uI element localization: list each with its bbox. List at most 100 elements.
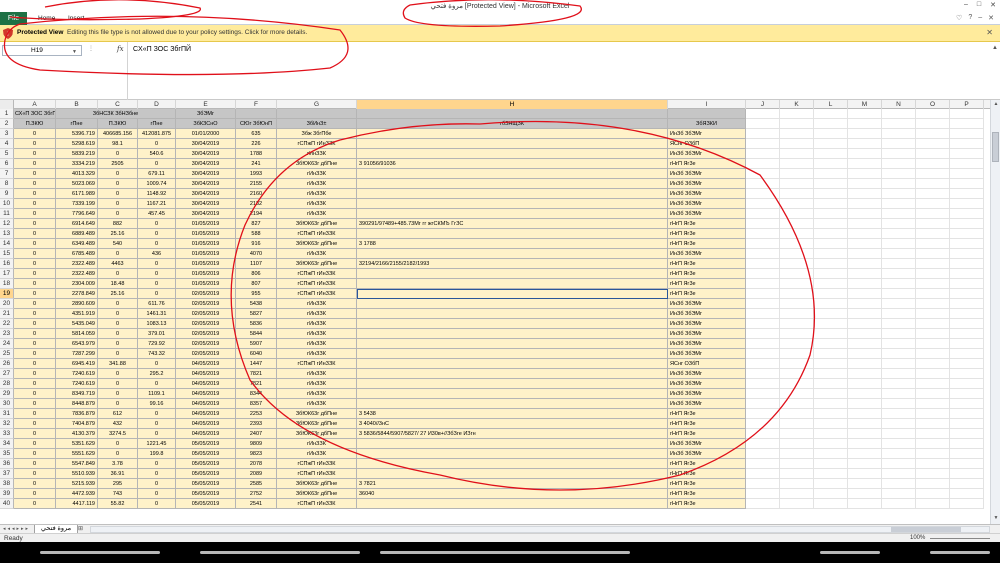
table-cell[interactable]: гИнЗЗК [277,329,357,339]
table-cell[interactable]: 02/05/2019 [176,329,236,339]
protected-view-bar[interactable]: ! Protected View Editing this file type … [0,25,1000,42]
table-cell[interactable]: ИнЗб ЗбЭМг [668,369,746,379]
empty-cell[interactable] [916,419,950,429]
table-cell[interactable]: 0 [98,339,138,349]
ribbon-minimize-icon[interactable]: – [978,14,982,22]
empty-cell[interactable] [848,189,882,199]
empty-cell[interactable] [848,459,882,469]
empty-cell[interactable] [814,459,848,469]
header-cell[interactable] [668,109,746,119]
table-cell[interactable]: 04/05/2019 [176,359,236,369]
empty-cell[interactable] [746,459,780,469]
table-cell[interactable]: 0 [14,139,56,149]
empty-cell[interactable] [780,209,814,219]
column-header-b[interactable]: B [56,100,98,109]
empty-cell[interactable] [814,369,848,379]
table-cell[interactable]: ИнЗб ЗбЭМг [668,389,746,399]
empty-cell[interactable] [882,259,916,269]
row-header[interactable]: 26 [0,359,14,369]
table-cell[interactable] [357,279,668,289]
empty-cell[interactable] [848,269,882,279]
table-cell[interactable]: 5023.069 [56,179,98,189]
empty-cell[interactable] [746,109,780,119]
header-section[interactable]: ЗбЭМг [176,109,236,119]
empty-cell[interactable] [814,209,848,219]
empty-cell[interactable] [848,199,882,209]
empty-cell[interactable] [882,369,916,379]
table-cell[interactable] [357,129,668,139]
empty-cell[interactable] [950,369,984,379]
table-cell[interactable]: 0 [138,379,176,389]
table-cell[interactable]: ИнЗб ЗбЭМг [668,439,746,449]
empty-cell[interactable] [916,459,950,469]
empty-cell[interactable] [882,299,916,309]
taskbar-item[interactable] [200,551,360,554]
table-cell[interactable]: 05/05/2019 [176,469,236,479]
row-header[interactable]: 40 [0,499,14,509]
empty-cell[interactable] [916,139,950,149]
table-cell[interactable]: 3 4040//3нС [357,419,668,429]
column-header-h[interactable]: H [357,100,668,109]
empty-cell[interactable] [916,129,950,139]
table-cell[interactable]: 5827 [236,309,277,319]
table-cell[interactable] [357,249,668,259]
empty-cell[interactable] [882,389,916,399]
empty-cell[interactable] [780,249,814,259]
empty-cell[interactable] [950,129,984,139]
table-cell[interactable]: 0 [138,279,176,289]
table-cell[interactable]: 01/05/2019 [176,269,236,279]
empty-cell[interactable] [848,279,882,289]
table-cell[interactable]: 32194/2166/2155/2182/1993 [357,259,668,269]
row-header[interactable]: 29 [0,389,14,399]
table-cell[interactable]: гСПжП гИнЗЗК [277,469,357,479]
table-cell[interactable]: 611.76 [138,299,176,309]
table-cell[interactable]: гИнЗЗК [277,179,357,189]
empty-cell[interactable] [882,359,916,369]
table-cell[interactable]: 04/05/2019 [176,389,236,399]
table-cell[interactable] [357,199,668,209]
empty-cell[interactable] [746,309,780,319]
table-cell[interactable]: 0 [14,169,56,179]
row-header[interactable]: 27 [0,369,14,379]
table-cell[interactable]: 0 [98,319,138,329]
table-cell[interactable]: 3 5836/5844/5907/5827/ 27 И30в+//ЗбЗге И… [357,429,668,439]
empty-cell[interactable] [746,479,780,489]
empty-cell[interactable] [814,289,848,299]
empty-cell[interactable] [916,249,950,259]
column-title[interactable]: П.ЗКЮ [98,119,138,129]
empty-cell[interactable] [746,429,780,439]
table-cell[interactable]: 0 [14,329,56,339]
empty-cell[interactable] [814,359,848,369]
column-header-i[interactable]: I [668,100,746,109]
empty-cell[interactable] [780,389,814,399]
empty-cell[interactable] [780,319,814,329]
table-cell[interactable]: 540.6 [138,149,176,159]
table-cell[interactable]: 612 [98,409,138,419]
table-cell[interactable]: 01/05/2019 [176,259,236,269]
empty-cell[interactable] [882,319,916,329]
empty-cell[interactable] [950,459,984,469]
row-header[interactable]: 30 [0,399,14,409]
table-cell[interactable]: 588 [236,229,277,239]
empty-cell[interactable] [916,399,950,409]
table-cell[interactable]: 6040 [236,349,277,359]
empty-cell[interactable] [746,379,780,389]
vertical-scrollbar[interactable]: ▲ ▼ [990,100,1000,524]
feedback-icon[interactable]: ♡ [956,14,962,22]
header-cell[interactable] [277,109,357,119]
empty-cell[interactable] [780,279,814,289]
table-cell[interactable]: 1109.1 [138,389,176,399]
table-cell[interactable]: гНгП Яг3е [668,279,746,289]
table-cell[interactable]: гИнЗЗК [277,169,357,179]
empty-cell[interactable] [916,339,950,349]
empty-cell[interactable] [916,389,950,399]
table-cell[interactable]: гНгП Яг3е [668,289,746,299]
empty-cell[interactable] [746,169,780,179]
table-cell[interactable]: 2155 [236,179,277,189]
table-cell[interactable]: 0 [14,499,56,509]
insert-function-icon[interactable]: fx [117,45,124,53]
empty-cell[interactable] [848,169,882,179]
empty-cell[interactable] [916,479,950,489]
empty-cell[interactable] [848,259,882,269]
table-cell[interactable]: гНгП Яг3е [668,259,746,269]
